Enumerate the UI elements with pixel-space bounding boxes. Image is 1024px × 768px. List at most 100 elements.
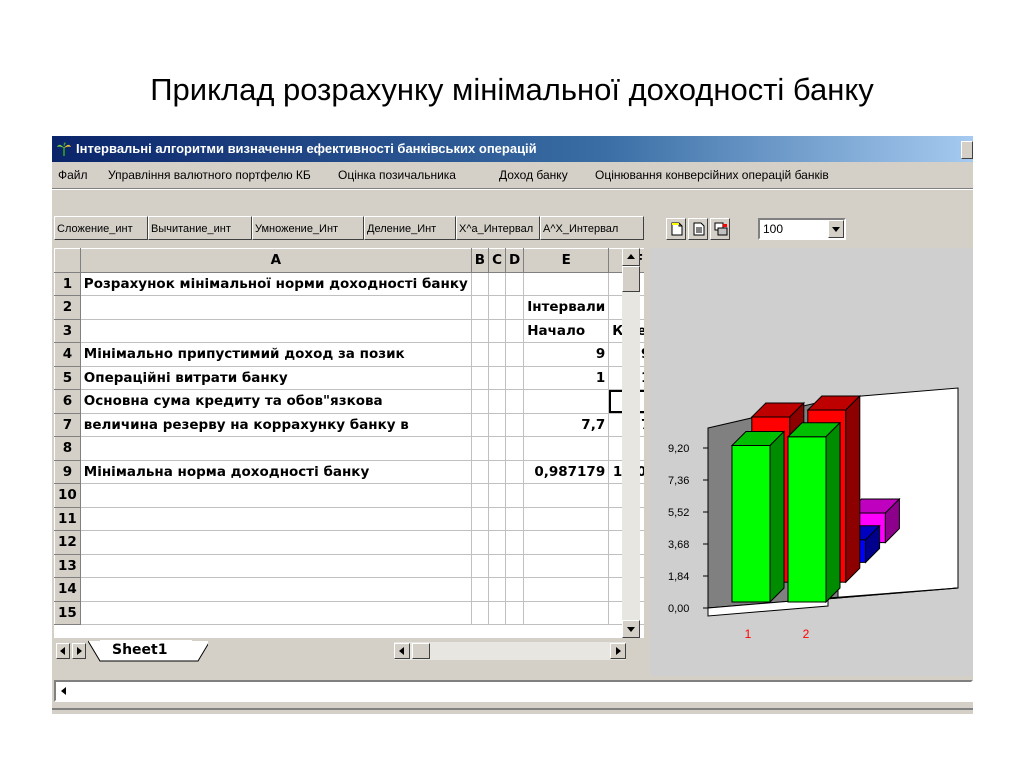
cell-e[interactable] [523, 506, 610, 531]
cell-e[interactable] [523, 271, 610, 296]
cell-e[interactable] [523, 600, 610, 625]
cell-d[interactable] [504, 412, 525, 437]
cell-a[interactable]: величина резерву на корраxунку банку в [79, 412, 472, 437]
cell-b[interactable] [470, 295, 490, 320]
cell-a[interactable]: Операційні витрати банку [79, 365, 472, 390]
spreadsheet-grid[interactable]: A B C D E F 1Розрахунок мінімальної норм… [54, 248, 644, 638]
print-button[interactable] [710, 218, 730, 240]
cell-c[interactable] [488, 506, 506, 531]
cell-d[interactable] [504, 577, 525, 602]
cell-c[interactable] [488, 459, 506, 484]
cell-b[interactable] [470, 271, 490, 296]
sheet-tab-sheet1[interactable]: Sheet1 [100, 640, 192, 660]
row-header[interactable]: 1 [54, 271, 81, 296]
cell-b[interactable] [470, 577, 490, 602]
column-header-c[interactable]: C [488, 248, 506, 273]
vertical-scrollbar[interactable] [622, 248, 640, 638]
row-header[interactable]: 5 [54, 365, 81, 390]
cell-d[interactable] [504, 553, 525, 578]
cell-b[interactable] [470, 553, 490, 578]
sheet-next-button[interactable] [72, 643, 86, 659]
horizontal-scroll-thumb[interactable] [412, 643, 430, 659]
cell-b[interactable] [470, 600, 490, 625]
row-header[interactable]: 11 [54, 506, 81, 531]
cell-c[interactable] [488, 342, 506, 367]
cell-b[interactable] [470, 389, 490, 414]
cell-e[interactable]: 1 [523, 365, 610, 390]
cell-e[interactable]: Інтервали [523, 295, 610, 320]
cell-c[interactable] [488, 318, 506, 343]
scroll-up-button[interactable] [622, 248, 640, 266]
cell-d[interactable] [504, 271, 525, 296]
menu-currency-portfolio[interactable]: Управління валютного портфелю КБ [108, 164, 311, 186]
cell-a[interactable]: Основна сума кредиту та обов"язкова [79, 389, 472, 414]
cell-d[interactable] [504, 389, 525, 414]
cell-d[interactable] [504, 483, 525, 508]
cell-e[interactable] [523, 577, 610, 602]
cell-e[interactable] [523, 436, 610, 461]
cell-c[interactable] [488, 271, 506, 296]
cell-c[interactable] [488, 365, 506, 390]
title-bar[interactable]: Інтервальні алгоритми визначення ефектив… [52, 136, 973, 162]
cell-b[interactable] [470, 342, 490, 367]
cell-a[interactable] [79, 318, 472, 343]
tab-subtraction[interactable]: Вычитание_инт [148, 216, 252, 240]
cell-d[interactable] [504, 530, 525, 555]
cell-c[interactable] [488, 295, 506, 320]
cell-e[interactable]: 9 [523, 342, 610, 367]
cell-b[interactable] [470, 318, 490, 343]
cell-c[interactable] [488, 483, 506, 508]
menu-file[interactable]: Файл [58, 164, 88, 186]
row-header[interactable]: 10 [54, 483, 81, 508]
row-header[interactable]: 9 [54, 459, 81, 484]
row-header[interactable]: 8 [54, 436, 81, 461]
column-header-d[interactable]: D [504, 248, 525, 273]
zoom-combo[interactable]: 100 [758, 218, 846, 240]
menu-conversion-operations[interactable]: Оцінювання конверсійних операцій банків [595, 164, 829, 186]
cell-c[interactable] [488, 530, 506, 555]
row-header[interactable]: 12 [54, 530, 81, 555]
cell-b[interactable] [470, 436, 490, 461]
cell-c[interactable] [488, 389, 506, 414]
cell-e[interactable]: Начало [523, 318, 610, 343]
cell-e[interactable] [523, 530, 610, 555]
tab-multiplication[interactable]: Умножение_Инт [252, 216, 364, 240]
column-header-a[interactable]: A [79, 248, 472, 273]
menu-borrower-assessment[interactable]: Оцінка позичальника [338, 164, 456, 186]
cell-d[interactable] [504, 365, 525, 390]
corner-cell[interactable] [54, 248, 81, 273]
cell-a[interactable]: Мінімальна норма доходності банку [79, 459, 472, 484]
cell-e[interactable]: 7,7 [523, 412, 610, 437]
row-header[interactable]: 3 [54, 318, 81, 343]
row-header[interactable]: 2 [54, 295, 81, 320]
cell-a[interactable]: Мінімально припустимий доход за позик [79, 342, 472, 367]
cell-d[interactable] [504, 459, 525, 484]
column-header-b[interactable]: B [470, 248, 490, 273]
bottom-scroll-field[interactable] [54, 680, 973, 702]
cell-b[interactable] [470, 412, 490, 437]
cell-c[interactable] [488, 436, 506, 461]
tab-power-interval[interactable]: X^a_Интервал [456, 216, 540, 240]
scroll-thumb[interactable] [622, 266, 640, 292]
scroll-left-button[interactable] [394, 643, 410, 659]
cell-d[interactable] [504, 436, 525, 461]
cell-b[interactable] [470, 530, 490, 555]
cell-a[interactable] [79, 530, 472, 555]
cell-c[interactable] [488, 553, 506, 578]
cell-a[interactable]: Розрахунок мінімальної норми доходності … [79, 271, 472, 296]
horizontal-scrollbar[interactable] [394, 642, 626, 660]
cell-a[interactable] [79, 553, 472, 578]
cell-b[interactable] [470, 459, 490, 484]
scroll-down-button[interactable] [622, 620, 640, 638]
cell-b[interactable] [470, 365, 490, 390]
cell-e[interactable]: 0,987179 [523, 459, 610, 484]
copy-button[interactable] [688, 218, 708, 240]
cell-a[interactable] [79, 600, 472, 625]
cell-e[interactable] [523, 553, 610, 578]
row-header[interactable]: 4 [54, 342, 81, 367]
scroll-right-button[interactable] [610, 643, 626, 659]
cell-b[interactable] [470, 483, 490, 508]
cell-d[interactable] [504, 342, 525, 367]
row-header[interactable]: 13 [54, 553, 81, 578]
row-header[interactable]: 15 [54, 600, 81, 625]
